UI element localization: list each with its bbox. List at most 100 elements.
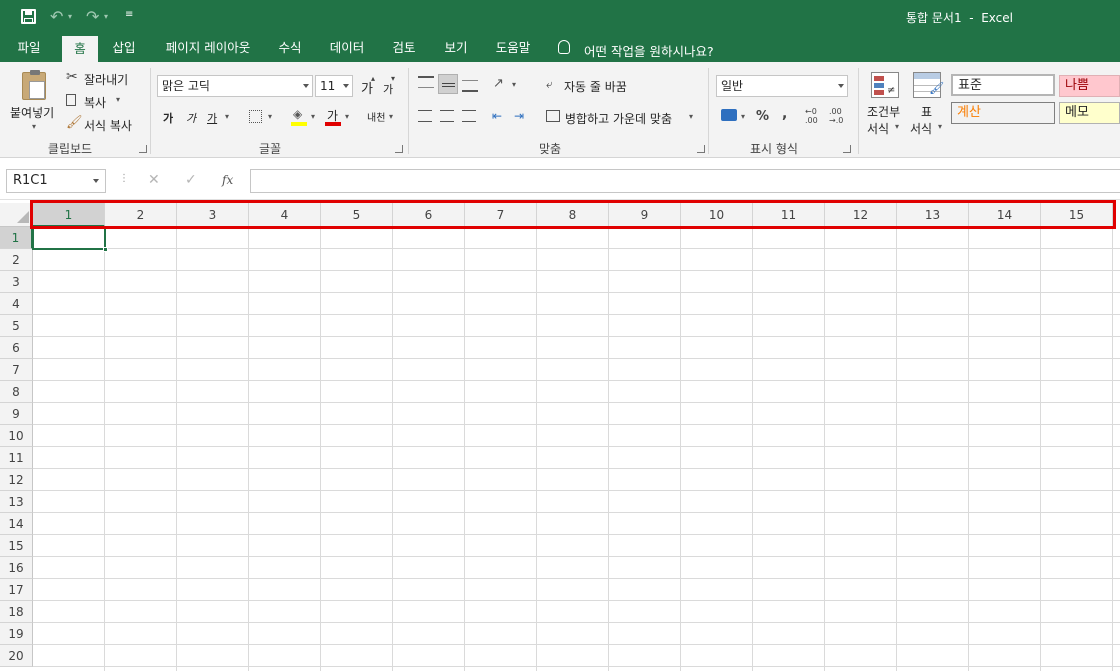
alignment-launcher-icon[interactable] xyxy=(697,145,705,153)
row-header[interactable]: 13 xyxy=(0,491,33,513)
clipboard-launcher-icon[interactable] xyxy=(139,145,147,153)
percent-style-button[interactable]: % xyxy=(756,109,769,124)
comma-style-button[interactable]: , xyxy=(782,106,787,122)
align-middle-icon[interactable] xyxy=(438,74,458,94)
font-name-value: 맑은 고딕 xyxy=(162,79,210,93)
select-all-button[interactable] xyxy=(0,203,33,227)
cell-style-normal[interactable]: 표준 xyxy=(951,74,1055,96)
orientation-icon[interactable]: ↗ xyxy=(493,76,504,91)
align-left-icon[interactable] xyxy=(418,110,432,122)
underline-button[interactable]: 가 xyxy=(207,110,217,126)
gridline-horizontal xyxy=(33,358,1120,359)
name-box[interactable]: R1C1 xyxy=(6,169,106,193)
format-as-table-label-2: 서식 xyxy=(910,122,933,136)
decrease-decimal-icon[interactable]: .00 →.0 xyxy=(829,107,851,127)
fill-handle[interactable] xyxy=(103,247,108,252)
row-header[interactable]: 4 xyxy=(0,293,33,315)
fill-color-icon[interactable]: ◈ xyxy=(291,106,307,126)
font-color-dropdown-icon[interactable]: ▾ xyxy=(345,112,349,121)
tab-page-layout[interactable]: 페이지 레이아웃 xyxy=(158,34,258,62)
font-color-icon[interactable]: 가 xyxy=(325,106,341,126)
orientation-dropdown-icon[interactable]: ▾ xyxy=(512,80,516,89)
align-bottom-icon[interactable] xyxy=(462,80,478,92)
row-header[interactable]: 20 xyxy=(0,645,33,667)
paste-button[interactable]: 붙여넣기 ▾ xyxy=(8,68,60,134)
row-header[interactable]: 10 xyxy=(0,425,33,447)
tab-view[interactable]: 보기 xyxy=(436,34,476,62)
row-header[interactable]: 19 xyxy=(0,623,33,645)
conditional-formatting-button[interactable]: ≠ 조건부 서식 ▾ xyxy=(864,70,906,136)
align-right-icon[interactable] xyxy=(462,110,476,122)
cell-style-calculation[interactable]: 계산 xyxy=(951,102,1055,124)
increase-indent-icon[interactable]: ⇥ xyxy=(514,109,524,123)
row-header[interactable]: 12 xyxy=(0,469,33,491)
number-launcher-icon[interactable] xyxy=(843,145,851,153)
customize-icon[interactable]: ≡ xyxy=(125,9,133,20)
row-header[interactable]: 5 xyxy=(0,315,33,337)
tab-help[interactable]: 도움말 xyxy=(488,34,538,62)
font-launcher-icon[interactable] xyxy=(395,145,403,153)
font-name-select[interactable]: 맑은 고딕 xyxy=(157,75,313,97)
tab-home[interactable]: 홈 xyxy=(62,36,98,62)
align-top-icon[interactable] xyxy=(418,76,434,88)
row-header[interactable]: 15 xyxy=(0,535,33,557)
more-options-icon[interactable]: ⋮ xyxy=(119,173,129,184)
tab-formulas[interactable]: 수식 xyxy=(270,34,310,62)
row-header[interactable]: 6 xyxy=(0,337,33,359)
insert-function-icon[interactable]: fx xyxy=(222,173,233,187)
redo-dropdown-icon[interactable]: ▾ xyxy=(104,12,108,21)
wrap-text-button[interactable]: ⤶ 자동 줄 바꿈 xyxy=(546,76,646,96)
row-header[interactable]: 18 xyxy=(0,601,33,623)
gridline-horizontal xyxy=(33,622,1120,623)
row-header[interactable]: 11 xyxy=(0,447,33,469)
underline-dropdown-icon[interactable]: ▾ xyxy=(225,112,229,121)
row-header[interactable]: 8 xyxy=(0,381,33,403)
row-header[interactable]: 3 xyxy=(0,271,33,293)
accounting-dropdown-icon[interactable]: ▾ xyxy=(741,112,745,121)
undo-dropdown-icon[interactable]: ▾ xyxy=(68,12,72,21)
cell-style-bad[interactable]: 나쁨 xyxy=(1059,75,1120,97)
tell-me-search[interactable]: 어떤 작업을 원하시나요? xyxy=(584,41,714,60)
row-header[interactable]: 9 xyxy=(0,403,33,425)
tab-insert[interactable]: 삽입 xyxy=(104,34,144,62)
decrease-indent-icon[interactable]: ⇤ xyxy=(492,109,502,123)
align-center-icon[interactable] xyxy=(440,110,454,122)
row-header[interactable]: 2 xyxy=(0,249,33,271)
gridline-horizontal xyxy=(33,644,1120,645)
formula-input[interactable] xyxy=(250,169,1120,193)
format-painter-button[interactable]: 🖌 서식 복사 xyxy=(64,114,140,134)
row-header[interactable]: 1 xyxy=(0,227,33,249)
tab-file[interactable]: 파일 xyxy=(8,34,50,62)
cancel-entry-icon[interactable]: ✕ xyxy=(148,172,160,188)
number-format-select[interactable]: 일반 xyxy=(716,75,848,97)
tab-data[interactable]: 데이터 xyxy=(322,34,372,62)
bold-button[interactable]: 가 xyxy=(163,110,173,126)
row-header[interactable]: 17 xyxy=(0,579,33,601)
fill-color-dropdown-icon[interactable]: ▾ xyxy=(311,112,315,121)
redo-icon[interactable]: ↷ xyxy=(86,7,99,26)
phonetic-button[interactable]: 내천 xyxy=(367,109,385,124)
borders-icon[interactable] xyxy=(249,110,262,123)
cut-button[interactable]: ✂ 잘라내기 xyxy=(64,68,140,88)
clipboard-group-label: 클립보드 xyxy=(47,142,93,156)
cell-style-memo[interactable]: 메모 xyxy=(1059,102,1120,124)
accounting-format-icon[interactable] xyxy=(721,109,737,121)
save-icon[interactable] xyxy=(21,9,36,24)
tab-review[interactable]: 검토 xyxy=(384,34,424,62)
row-header[interactable]: 7 xyxy=(0,359,33,381)
font-size-select[interactable]: 11 xyxy=(315,75,353,97)
increase-decimal-icon[interactable]: ←0 .00 xyxy=(805,107,827,127)
row-header[interactable]: 14 xyxy=(0,513,33,535)
row-header[interactable]: 16 xyxy=(0,557,33,579)
phonetic-dropdown-icon[interactable]: ▾ xyxy=(389,112,393,121)
confirm-entry-icon[interactable]: ✓ xyxy=(185,172,197,188)
merge-center-button[interactable]: 병합하고 가운데 맞춤 ▾ xyxy=(546,107,706,127)
undo-icon[interactable]: ↶ xyxy=(50,7,63,26)
shrink-font-button[interactable]: 가 xyxy=(383,81,393,97)
italic-button[interactable]: 가 xyxy=(186,110,196,126)
gridline-horizontal xyxy=(33,490,1120,491)
copy-button[interactable]: 복사 ▾ xyxy=(64,91,140,111)
borders-dropdown-icon[interactable]: ▾ xyxy=(268,112,272,121)
active-cell[interactable] xyxy=(32,227,108,252)
format-as-table-button[interactable]: 🖌 표 서식 ▾ xyxy=(908,70,946,136)
